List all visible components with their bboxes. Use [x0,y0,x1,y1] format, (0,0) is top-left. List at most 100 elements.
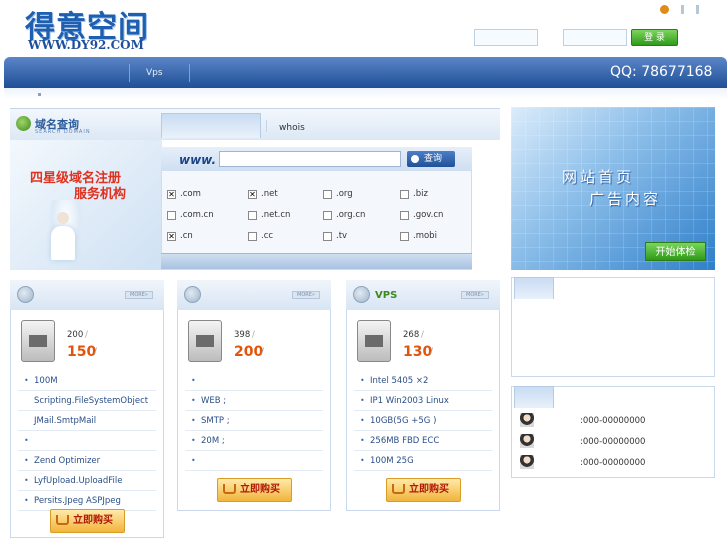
side-news-tab[interactable] [514,277,554,299]
bullet-icon: • [360,456,365,465]
plan-feature: Scripting.FileSystemObject [34,396,149,406]
bullet-icon: • [191,456,196,465]
tld-label: .cc [261,231,274,241]
checkbox-box[interactable] [323,231,332,241]
bullet-icon: • [191,436,196,445]
contact-phone: :000-00000000 [580,458,646,468]
tld-label: .com [180,189,201,199]
promo-banner [10,140,162,270]
tld-label: .org.cn [336,210,366,220]
ad-line1: 网站首页 [562,168,635,186]
bullet-icon: • [24,456,29,465]
plan-feature: Intel 5405 ×2 [370,376,429,386]
checkbox-box[interactable] [167,210,176,220]
bullet-icon: • [24,496,29,505]
password-input[interactable] [563,29,627,46]
bullet-icon: • [191,376,196,385]
feature-divider [18,490,156,491]
checkbox-box[interactable] [400,189,409,199]
tld-label: .biz [413,189,428,199]
bullet-icon: • [24,436,29,445]
ad-line2: 广告内容 [589,190,662,208]
nav-separator [189,64,190,82]
checkbox-box[interactable]: ✕ [167,231,176,241]
plan-feature: 100M 25G [370,456,414,466]
contact-phone: :000-00000000 [580,416,646,426]
tld-checkbox[interactable]: .com.cn [167,210,214,220]
feature-divider [354,410,492,411]
qq-contact: QQ: 78677168 [610,64,713,80]
page: { "header": { "logo_cn": "得意空间", "logo_e… [0,0,727,545]
tab-divider [266,120,267,132]
nav-item-vps[interactable]: Vps [146,68,163,78]
plan-title: VPS [375,290,398,301]
tld-checkbox[interactable]: .biz [400,189,428,199]
checkbox-box[interactable]: ✕ [167,189,176,199]
tld-checkbox[interactable]: .org [323,189,353,199]
tld-label: .net [261,189,278,199]
tld-checkbox[interactable]: ✕ .net [248,189,278,199]
checkbox-box[interactable] [323,210,332,220]
price-current: 150 [67,344,97,360]
plan-feature: 10GB(5G +5G ) [370,416,437,426]
help-icon[interactable] [660,5,669,14]
sub-nav [4,88,727,100]
windows-logo-icon [365,335,383,347]
side-contact-tab[interactable] [514,386,554,408]
tld-checkbox[interactable]: .mobi [400,231,437,241]
contact-avatar [520,455,534,469]
price-slash: / [94,347,98,357]
arrow-circle-icon [184,286,201,303]
more-link[interactable]: MORE» [125,291,153,299]
tld-checkbox[interactable]: ✕ .cn [167,231,193,241]
domain-input[interactable] [219,151,401,167]
bullet-icon: • [360,396,365,405]
tld-checkbox[interactable]: ✕ .com [167,189,201,199]
server-icon [188,320,222,362]
contact-avatar [520,434,534,448]
bullet-icon: • [191,416,196,425]
plan-feature: LyfUpload.UploadFile [34,476,123,486]
top-utility-icons [660,5,699,14]
checkbox-box[interactable] [400,231,409,241]
checkbox-box[interactable] [323,189,332,199]
logo-url[interactable]: WWW.DY92.COM [28,38,144,52]
banner-figure-head [57,212,69,224]
username-input[interactable] [474,29,538,46]
feature-divider [18,390,156,391]
windows-logo-icon [196,335,214,347]
plan-feature: Persits.Jpeg ASPJpeg [34,496,121,506]
tld-checkbox[interactable]: .gov.cn [400,210,443,220]
feature-divider [185,430,323,431]
bullet-icon: • [360,436,365,445]
tab-domain-search[interactable] [161,113,261,138]
plan-feature: 100M [34,376,58,386]
tld-label: .org [336,189,353,199]
more-link[interactable]: MORE» [292,291,320,299]
plan-feature: WEB ; [201,396,227,406]
checkbox-box[interactable] [400,210,409,220]
price-slash: / [85,330,88,340]
plan-feature: 256MB FBD ECC [370,436,440,446]
tld-checkbox[interactable]: .cc [248,231,273,241]
feature-divider [18,430,156,431]
tab-whois[interactable]: whois [279,123,305,133]
login-button[interactable]: 登 录 [631,29,678,46]
more-link[interactable]: MORE» [461,291,489,299]
domain-search-footer [161,253,472,269]
globe-icon [16,116,31,131]
start-check-button[interactable]: 开始体检 [645,242,706,261]
checkbox-box[interactable] [248,210,257,220]
tld-checkbox[interactable]: .net.cn [248,210,290,220]
checkbox-box[interactable] [248,231,257,241]
price-slash: / [252,330,255,340]
checkbox-box[interactable]: ✕ [248,189,257,199]
tld-checkbox[interactable]: .org.cn [323,210,365,220]
plan-feature: IP1 Win2003 Linux [370,396,449,406]
cart-icon [392,484,405,494]
nav-separator [129,64,130,82]
tld-label: .com.cn [180,210,214,220]
tld-checkbox[interactable]: .tv [323,231,347,241]
divider-icon [681,5,684,14]
windows-logo-icon [29,335,47,347]
